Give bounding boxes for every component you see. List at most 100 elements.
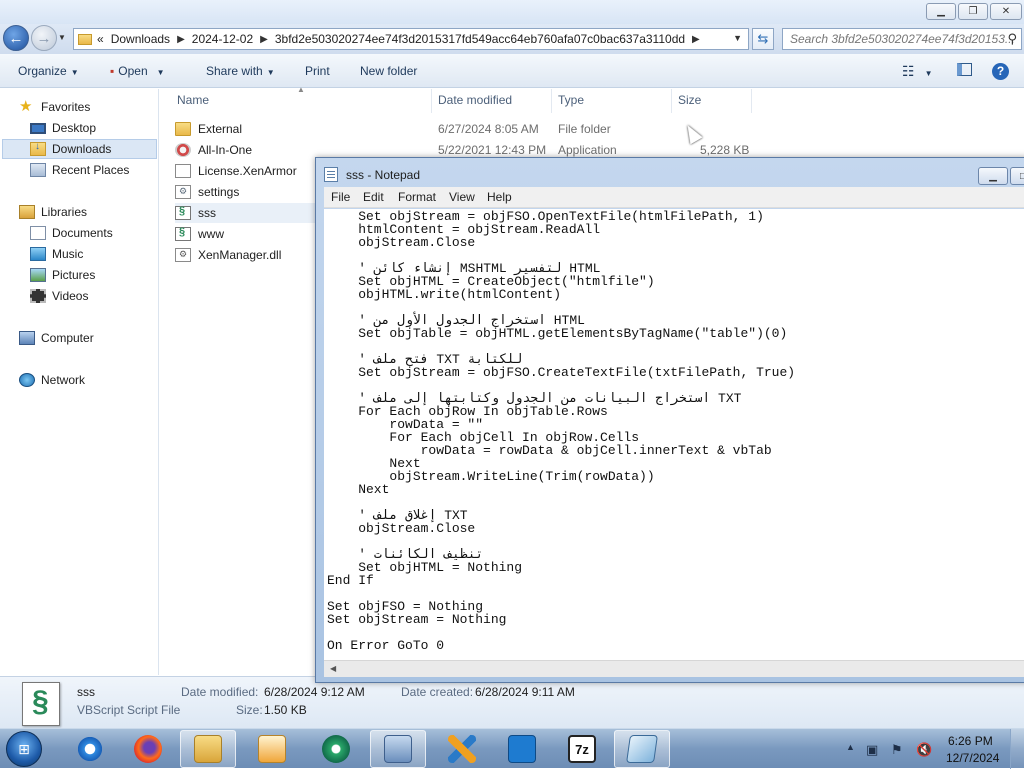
scroll-left-icon[interactable]: ◀ bbox=[330, 664, 336, 673]
start-button[interactable]: ⊞ bbox=[6, 731, 42, 767]
nav-favorites[interactable]: Favorites bbox=[19, 97, 90, 117]
notepad-maximize-button[interactable]: □ bbox=[1010, 167, 1024, 185]
nav-desktop[interactable]: Desktop bbox=[30, 118, 96, 138]
menu-file[interactable]: File bbox=[331, 190, 350, 204]
address-dropdown-icon[interactable]: ▼ bbox=[733, 33, 742, 43]
menu-view[interactable]: View bbox=[449, 190, 475, 204]
file-name: External bbox=[198, 122, 243, 136]
nav-recent-places[interactable]: Recent Places bbox=[30, 160, 129, 180]
open-button[interactable]: ▪ Open ▼ bbox=[110, 64, 165, 78]
nav-computer-label: Computer bbox=[41, 331, 94, 345]
taskbar-network-app[interactable] bbox=[370, 730, 426, 768]
column-header-date-modified[interactable]: Date modified bbox=[438, 93, 512, 107]
minimize-button[interactable]: ▁ bbox=[926, 3, 956, 20]
organize-button[interactable]: Organize ▼ bbox=[18, 64, 79, 78]
nav-network[interactable]: Network bbox=[19, 370, 85, 390]
media-player-icon bbox=[258, 735, 286, 763]
details-file-name: sss bbox=[77, 685, 95, 699]
column-divider[interactable] bbox=[671, 89, 672, 113]
file-name: settings bbox=[198, 185, 240, 199]
taskbar-internet-explorer[interactable] bbox=[62, 730, 118, 768]
column-header-size[interactable]: Size bbox=[678, 93, 701, 107]
volume-muted-icon[interactable]: 🔇 bbox=[916, 742, 932, 758]
details-date-created-label: Date created: bbox=[401, 685, 474, 699]
show-hidden-icons[interactable]: ▲ bbox=[846, 742, 855, 752]
nav-computer[interactable]: Computer bbox=[19, 328, 94, 348]
breadcrumb-separator-icon[interactable]: ▶ bbox=[177, 34, 185, 45]
print-button[interactable]: Print bbox=[305, 64, 330, 78]
details-file-type: VBScript Script File bbox=[77, 703, 181, 717]
show-desktop-button[interactable] bbox=[1010, 729, 1024, 769]
nav-videos[interactable]: Videos bbox=[30, 286, 88, 306]
breadcrumb-separator-icon[interactable]: ▶ bbox=[692, 34, 700, 45]
clock-time[interactable]: 6:26 PM bbox=[948, 734, 993, 748]
taskbar-media-center[interactable] bbox=[308, 730, 364, 768]
file-row-external[interactable]: External bbox=[175, 119, 475, 139]
help-button[interactable]: ? bbox=[992, 63, 1009, 80]
address-toolbar: ← → ▼ « Downloads ▶ 2024-12-02 ▶ 3bfd2e5… bbox=[0, 24, 1024, 54]
notepad-icon bbox=[626, 735, 658, 763]
network-tray-icon[interactable]: ▣ bbox=[866, 742, 878, 758]
taskbar-notepad[interactable] bbox=[614, 730, 670, 768]
minimize-icon: ▁ bbox=[989, 170, 997, 182]
taskbar-tool[interactable] bbox=[434, 730, 490, 768]
clock-date[interactable]: 12/7/2024 bbox=[946, 751, 999, 765]
breadcrumb-hash-folder[interactable]: 3bfd2e503020274ee74f3d2015317fd549acc64e… bbox=[275, 32, 685, 46]
close-button[interactable]: ✕ bbox=[990, 3, 1022, 20]
nav-pictures[interactable]: Pictures bbox=[30, 265, 95, 285]
action-center-flag-icon[interactable]: ⚑ bbox=[891, 742, 903, 758]
notepad-icon bbox=[324, 167, 338, 182]
nav-documents[interactable]: Documents bbox=[30, 223, 113, 243]
recent-pages-dropdown[interactable]: ▼ bbox=[58, 33, 66, 42]
share-with-button[interactable]: Share with ▼ bbox=[206, 64, 275, 78]
column-header-type[interactable]: Type bbox=[558, 93, 584, 107]
taskbar-windows-explorer[interactable] bbox=[180, 730, 236, 768]
horizontal-scrollbar[interactable]: ◀ bbox=[324, 660, 1024, 677]
share-with-label: Share with bbox=[206, 64, 263, 78]
column-header-name[interactable]: Name bbox=[177, 93, 209, 107]
notepad-text-area[interactable]: Set objStream = objFSO.OpenTextFile(html… bbox=[324, 209, 1024, 660]
preview-pane-button[interactable] bbox=[957, 63, 972, 79]
search-icon[interactable]: ⚲ bbox=[1007, 29, 1017, 49]
chevron-down-icon: ▼ bbox=[266, 68, 275, 77]
file-type: Application bbox=[558, 143, 617, 157]
new-folder-button[interactable]: New folder bbox=[360, 64, 417, 78]
file-name: XenManager.dll bbox=[198, 248, 282, 262]
search-input[interactable]: Search 3bfd2e503020274ee74f3d20153... ⚲ bbox=[782, 28, 1022, 50]
nav-libraries-label: Libraries bbox=[41, 205, 88, 219]
taskbar-media-player[interactable] bbox=[244, 730, 300, 768]
notepad-minimize-button[interactable]: ▁ bbox=[978, 167, 1008, 185]
open-icon: ▪ bbox=[110, 64, 115, 78]
view-options-button[interactable]: ☷ ▼ bbox=[902, 63, 932, 80]
forward-button[interactable]: → bbox=[31, 25, 57, 51]
breadcrumb-downloads[interactable]: Downloads bbox=[111, 32, 170, 46]
file-type: File folder bbox=[558, 122, 611, 136]
refresh-button[interactable]: ⇆ bbox=[752, 28, 774, 50]
notepad-window[interactable]: sss - Notepad ▁ □ File Edit Format View … bbox=[315, 157, 1024, 683]
minimize-icon: ▁ bbox=[937, 6, 945, 17]
menu-help[interactable]: Help bbox=[487, 190, 512, 204]
taskbar-search-app[interactable] bbox=[494, 730, 550, 768]
breadcrumb-overflow[interactable]: « bbox=[97, 32, 104, 46]
libraries-icon bbox=[19, 205, 35, 219]
column-divider[interactable] bbox=[751, 89, 752, 113]
taskbar-7zip[interactable]: 7z bbox=[554, 730, 610, 768]
details-date-created: 6/28/2024 9:11 AM bbox=[475, 685, 575, 699]
taskbar-firefox[interactable] bbox=[120, 730, 176, 768]
breadcrumb-separator-icon[interactable]: ▶ bbox=[260, 34, 268, 45]
menu-format[interactable]: Format bbox=[398, 190, 436, 204]
nav-libraries[interactable]: Libraries bbox=[19, 202, 87, 222]
maximize-button[interactable]: ❐ bbox=[958, 3, 988, 20]
address-bar[interactable]: « Downloads ▶ 2024-12-02 ▶ 3bfd2e5030202… bbox=[73, 28, 749, 50]
nav-music[interactable]: Music bbox=[30, 244, 83, 264]
organize-label: Organize bbox=[18, 64, 67, 78]
file-name: All-In-One bbox=[198, 143, 253, 157]
nav-downloads[interactable]: Downloads bbox=[2, 139, 157, 159]
file-explorer-icon bbox=[194, 735, 222, 763]
nav-network-label: Network bbox=[41, 373, 86, 387]
column-divider[interactable] bbox=[551, 89, 552, 113]
menu-edit[interactable]: Edit bbox=[363, 190, 384, 204]
breadcrumb-date-folder[interactable]: 2024-12-02 bbox=[192, 32, 253, 46]
column-divider[interactable] bbox=[431, 89, 432, 113]
back-button[interactable]: ← bbox=[3, 25, 29, 51]
